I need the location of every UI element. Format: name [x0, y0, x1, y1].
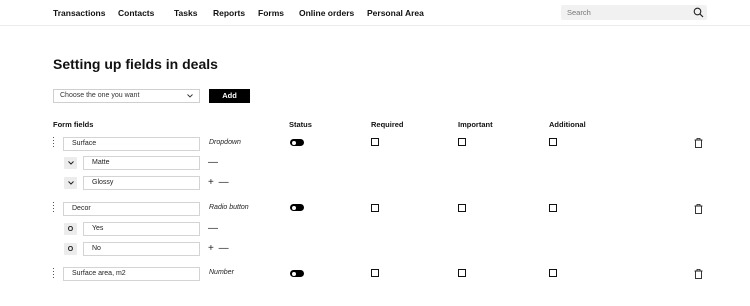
nav-item-contacts[interactable]: Contacts: [118, 8, 154, 18]
add-remove-option-buttons[interactable]: + —: [208, 243, 230, 254]
nav-item-tasks[interactable]: Tasks: [174, 8, 197, 18]
additional-checkbox[interactable]: [549, 269, 557, 277]
status-toggle[interactable]: [290, 139, 304, 146]
search-icon[interactable]: [693, 7, 704, 18]
field-name-input[interactable]: Surface area, m2: [63, 267, 200, 281]
required-checkbox[interactable]: [371, 204, 379, 212]
field-type-select[interactable]: Choose the one you want: [53, 89, 200, 103]
option-input[interactable]: Glossy: [83, 176, 200, 190]
page-title: Setting up fields in deals: [53, 56, 218, 72]
option-chevron-down-icon[interactable]: [64, 157, 77, 169]
top-navigation-bar: Transactions Contacts Tasks Reports Form…: [0, 0, 750, 26]
search-input[interactable]: [561, 5, 707, 20]
column-header-additional: Additional: [549, 120, 586, 129]
column-header-important: Important: [458, 120, 493, 129]
status-toggle[interactable]: [290, 204, 304, 211]
important-checkbox[interactable]: [458, 269, 466, 277]
radio-option-marker: O: [67, 245, 74, 253]
status-toggle[interactable]: [290, 270, 304, 277]
required-checkbox[interactable]: [371, 269, 379, 277]
add-button[interactable]: Add: [209, 89, 250, 103]
option-input[interactable]: Matte: [83, 156, 200, 170]
nav-item-transactions[interactable]: Transactions: [53, 8, 105, 18]
additional-checkbox[interactable]: [549, 204, 557, 212]
field-name-input[interactable]: Surface: [63, 137, 200, 151]
option-input[interactable]: No: [83, 242, 200, 256]
trash-icon[interactable]: [694, 138, 703, 148]
trash-icon[interactable]: [694, 269, 703, 279]
nav-item-forms[interactable]: Forms: [258, 8, 284, 18]
column-header-status: Status: [289, 120, 312, 129]
radio-option-marker: O: [67, 225, 74, 233]
option-chevron-down-icon[interactable]: [64, 177, 77, 189]
toggle-knob: [292, 271, 296, 276]
important-checkbox[interactable]: [458, 138, 466, 146]
chevron-down-icon: [187, 94, 193, 98]
remove-option-button[interactable]: —: [208, 157, 219, 168]
field-type-select-value: Choose the one you want: [60, 92, 140, 99]
field-type-label: Radio button: [209, 204, 249, 211]
nav-item-personal-area[interactable]: Personal Area: [367, 8, 424, 18]
field-type-label: Dropdown: [209, 139, 241, 146]
toggle-knob: [292, 140, 296, 145]
remove-option-button[interactable]: —: [208, 223, 219, 234]
field-type-label: Number: [209, 269, 234, 276]
toggle-knob: [292, 205, 296, 210]
radio-option-icon[interactable]: O: [64, 243, 77, 255]
important-checkbox[interactable]: [458, 204, 466, 212]
column-header-form-fields: Form fields: [53, 120, 94, 129]
nav-item-online-orders[interactable]: Online orders: [299, 8, 354, 18]
add-remove-option-buttons[interactable]: + —: [208, 177, 230, 188]
drag-handle-icon[interactable]: [53, 202, 55, 214]
drag-handle-icon[interactable]: [53, 268, 55, 280]
field-name-input[interactable]: Decor: [63, 202, 200, 216]
drag-handle-icon[interactable]: [53, 137, 55, 149]
radio-option-icon[interactable]: O: [64, 223, 77, 235]
column-header-required: Required: [371, 120, 404, 129]
additional-checkbox[interactable]: [549, 138, 557, 146]
nav-item-reports[interactable]: Reports: [213, 8, 245, 18]
required-checkbox[interactable]: [371, 138, 379, 146]
trash-icon[interactable]: [694, 204, 703, 214]
option-input[interactable]: Yes: [83, 222, 200, 236]
